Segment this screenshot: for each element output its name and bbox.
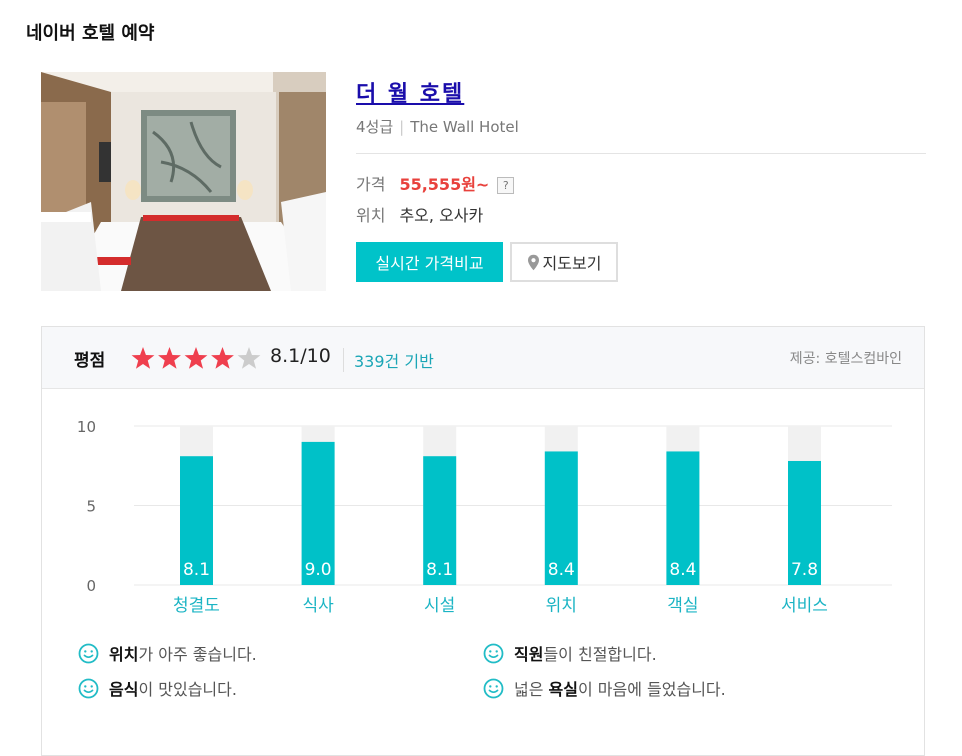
star-empty-icon	[237, 347, 261, 369]
review-text-suffix: 들이 친절합니다.	[543, 645, 657, 664]
star-rating	[131, 347, 261, 369]
bar-value-label: 8.4	[669, 560, 696, 580]
location-label: 위치	[356, 206, 386, 225]
review-highlight-item: 넓은 욕실이 마음에 들었습니다.	[483, 676, 726, 700]
y-tick-label: 10	[77, 418, 96, 436]
price-compare-button[interactable]: 실시간 가격비교	[356, 242, 503, 282]
location-value: 추오, 오사카	[399, 206, 484, 225]
y-tick-label: 5	[86, 498, 96, 516]
category-label: 식사	[302, 596, 334, 616]
review-keyword: 직원	[514, 645, 544, 664]
page-title: 네이버 호텔 예약	[26, 23, 155, 44]
smile-icon	[483, 678, 504, 698]
rating-header: 평점 8.1/10 339건 기반 제공: 호텔스컴바인	[42, 327, 924, 389]
review-highlight-text: 위치가 아주 좋습니다.	[109, 641, 257, 665]
review-highlight-text: 직원들이 친절합니다.	[514, 641, 657, 665]
review-text-prefix: 넓은	[514, 680, 549, 699]
bar-value-label: 7.8	[791, 560, 818, 580]
hotel-english-name: The Wall Hotel	[410, 118, 519, 136]
star-filled-icon	[131, 347, 155, 369]
hotel-grade: 4성급	[356, 118, 394, 136]
review-keyword: 위치	[109, 645, 139, 664]
rating-provider: 제공: 호텔스컴바인	[789, 351, 902, 367]
rating-panel: 평점 8.1/10 339건 기반 제공: 호텔스컴바인 0 5 10 8.1 청결도 9…	[41, 326, 925, 756]
map-view-button[interactable]: 지도보기	[510, 242, 618, 282]
review-keyword: 욕실	[548, 680, 578, 699]
hotel-room-image	[41, 72, 326, 291]
price-compare-label: 실시간 가격비교	[375, 254, 484, 273]
smile-icon	[483, 643, 504, 663]
review-keyword: 음식	[109, 680, 139, 699]
bar-value-label: 8.1	[183, 560, 210, 580]
review-highlight-item: 위치가 아주 좋습니다.	[78, 641, 257, 665]
bar-value-label: 9.0	[305, 560, 332, 580]
review-text-suffix: 이 마음에 들었습니다.	[577, 680, 726, 699]
price-value: 55,555원~	[399, 175, 490, 194]
category-label: 시설	[424, 596, 455, 616]
y-tick-label: 0	[86, 577, 96, 595]
rating-label: 평점	[74, 351, 106, 371]
review-count-link[interactable]: 339건 기반	[343, 348, 434, 372]
star-filled-icon	[211, 347, 234, 369]
star-filled-icon	[184, 347, 208, 369]
review-highlight-text: 음식이 맛있습니다.	[109, 676, 237, 700]
map-view-label: 지도보기	[542, 254, 602, 273]
bar-value-label: 8.1	[426, 560, 453, 580]
divider: |	[399, 118, 405, 136]
smile-icon	[78, 643, 99, 663]
hotel-grade-line: 4성급 | The Wall Hotel	[356, 116, 519, 137]
rating-bar-chart: 0 5 10 8.1 청결도 9.0 식사 8.1 시설 8.4 위치 8.4 객실 7.8 서비스	[77, 418, 892, 616]
review-text-suffix: 가 아주 좋습니다.	[138, 645, 257, 664]
price-row: 가격 55,555원~?	[356, 171, 515, 195]
review-text-suffix: 이 맛있습니다.	[138, 680, 237, 699]
divider	[356, 153, 926, 154]
rating-score: 8.1/10	[270, 345, 331, 367]
hotel-name-link[interactable]: 더 월 호텔	[356, 76, 464, 108]
review-highlight-item: 직원들이 친절합니다.	[483, 641, 657, 665]
hotel-photo[interactable]	[41, 72, 326, 291]
map-pin-icon	[527, 254, 539, 270]
question-icon[interactable]: ?	[497, 177, 515, 194]
category-label: 객실	[667, 596, 698, 616]
category-label: 청결도	[173, 596, 220, 616]
price-label: 가격	[356, 175, 386, 194]
review-highlight-text: 넓은 욕실이 마음에 들었습니다.	[514, 676, 726, 700]
bar-value-label: 8.4	[548, 560, 575, 580]
star-filled-icon	[158, 347, 181, 369]
location-row: 위치 추오, 오사카	[356, 202, 483, 226]
category-label: 위치	[546, 596, 577, 616]
review-highlight-item: 음식이 맛있습니다.	[78, 676, 237, 700]
smile-icon	[78, 678, 99, 698]
category-label: 서비스	[781, 596, 828, 616]
